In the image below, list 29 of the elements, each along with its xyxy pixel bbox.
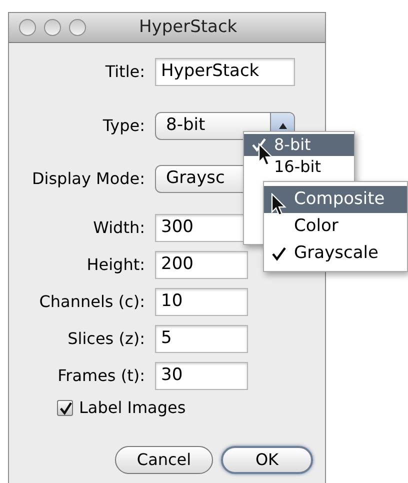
field-label: Height: (86, 254, 146, 276)
menu-item[interactable]: Grayscale (264, 240, 407, 267)
dialog-button[interactable]: OK (221, 446, 313, 474)
field-label: Type: (102, 114, 146, 136)
input-field[interactable]: 30 (155, 362, 248, 390)
menu-item[interactable]: Color (264, 213, 407, 240)
input-field[interactable]: 10 (155, 288, 248, 316)
field-label: Slices (z): (66, 328, 146, 350)
checkmark-icon (272, 246, 286, 260)
field-label: Width: (92, 216, 146, 238)
checkbox[interactable] (57, 400, 73, 416)
field-label: Channels (c): (38, 290, 146, 312)
window-button-icon[interactable] (19, 19, 36, 36)
field-label: Frames (t): (56, 364, 146, 386)
cursor-icon (258, 143, 274, 167)
dialog-button[interactable]: Cancel (115, 446, 213, 474)
checkmark-icon (252, 138, 266, 152)
menu-item[interactable]: 8-bit (244, 134, 354, 156)
cursor-icon (271, 193, 287, 217)
window-title: HyperStack (139, 16, 238, 39)
window-button-icon[interactable] (69, 19, 86, 36)
menu-item[interactable]: Composite (264, 186, 407, 213)
input-field[interactable]: HyperStack (155, 58, 295, 86)
input-field[interactable]: 200 (155, 250, 248, 278)
field-label: Display Mode: (30, 168, 146, 190)
window-button-icon[interactable] (44, 19, 61, 36)
input-field[interactable]: 5 (155, 324, 248, 352)
field-label: Title: (104, 60, 146, 82)
checkbox-label: Label Images (79, 397, 186, 419)
